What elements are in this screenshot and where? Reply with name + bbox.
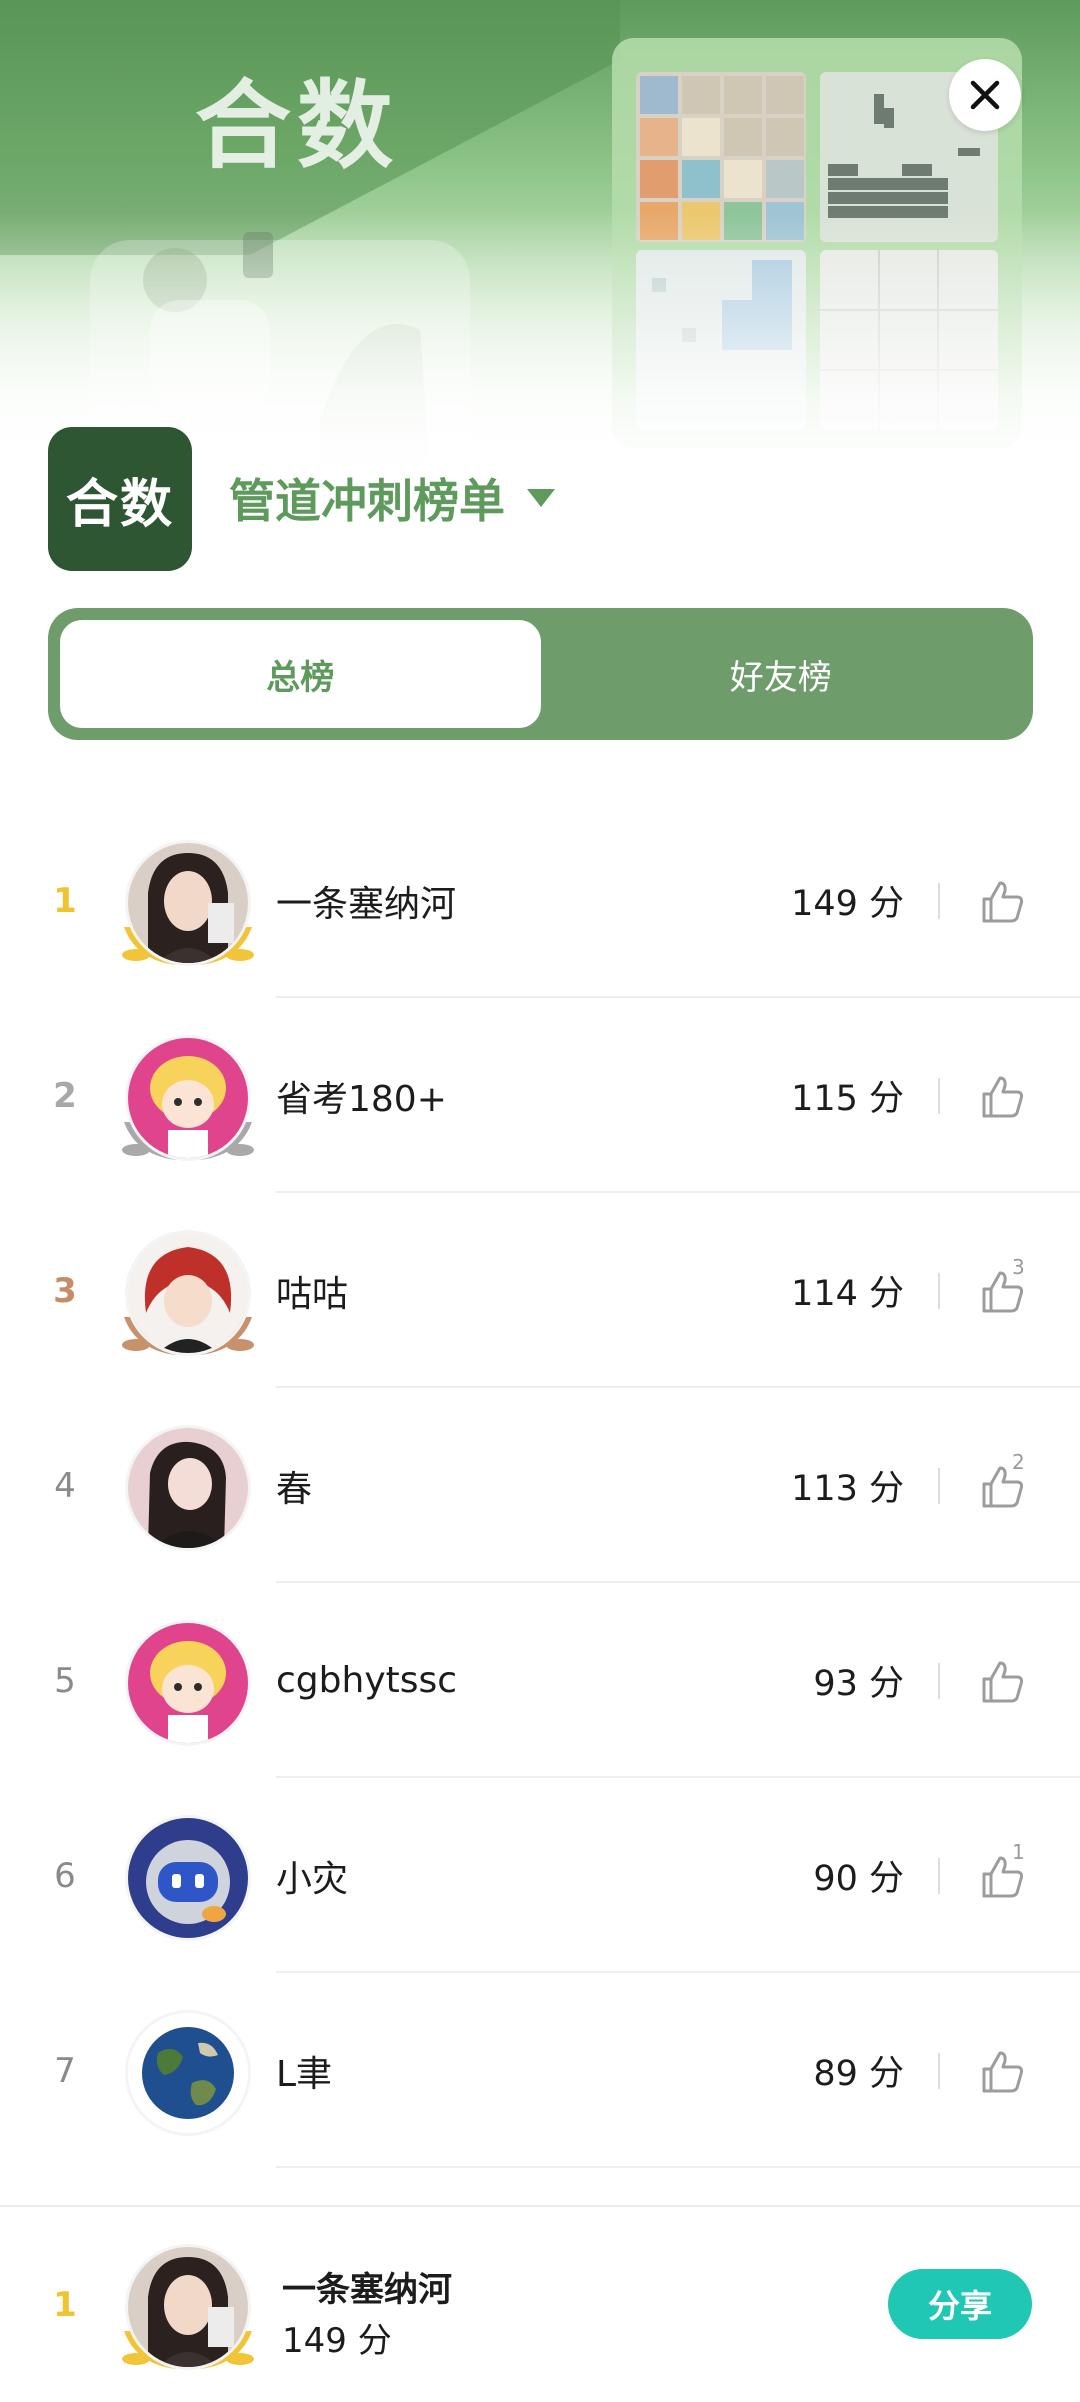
player-score: 113 分 [791, 1469, 904, 1509]
tab-friends[interactable]: 好友榜 [541, 620, 1022, 728]
player-name: 小灾 [276, 1858, 349, 1900]
thumbs-up-icon[interactable] [978, 2047, 1028, 2097]
avatar-photo [128, 2247, 248, 2367]
player-name: L聿 [276, 2053, 333, 2095]
avatar-cartoon [128, 1038, 248, 1158]
player-name: cgbhytssc [276, 1660, 458, 1701]
separator [938, 1273, 940, 1309]
leaderboard-list: 1 一条塞纳河 149 分 2 省考180+ 115 分 3 咕咕 114 分 … [0, 803, 1080, 2168]
rank-number: 2 [53, 1075, 77, 1116]
board-title: 管道冲刺榜单 [229, 474, 505, 528]
board-selector[interactable]: 管道冲刺榜单 [229, 466, 555, 530]
avatar[interactable] [116, 1615, 260, 1759]
separator [938, 883, 940, 919]
separator [938, 1858, 940, 1894]
leaderboard-row[interactable]: 2 省考180+ 115 分 [0, 998, 1080, 1193]
avatar[interactable] [116, 835, 260, 979]
player-score: 114 分 [791, 1274, 904, 1314]
leaderboard-row[interactable]: 3 咕咕 114 分 3 [0, 1193, 1080, 1388]
thumbs-up-icon[interactable] [978, 1072, 1028, 1122]
banner-title: 合数 [195, 70, 399, 182]
leaderboard-row[interactable]: 7 L聿 89 分 [0, 1973, 1080, 2168]
separator [938, 2053, 940, 2089]
player-name: 省考180+ [276, 1078, 447, 1120]
thumbs-up-icon[interactable] [978, 1657, 1028, 1707]
thumbs-up-icon[interactable] [978, 877, 1028, 927]
rank-number: 1 [53, 880, 77, 921]
player-score: 90 分 [813, 1859, 904, 1899]
my-rank-bar: 1 一条塞纳河 149 分 分享 [0, 2205, 1080, 2402]
like-count: 1 [1012, 1840, 1025, 1864]
header-banner: 合数 [0, 0, 1080, 470]
like-count: 2 [1012, 1450, 1025, 1474]
leaderboard-tabs: 总榜 好友榜 [48, 608, 1033, 740]
player-score: 149 分 [791, 884, 904, 924]
leaderboard-row[interactable]: 6 小灾 90 分 1 [0, 1778, 1080, 1973]
avatar[interactable] [116, 1030, 260, 1174]
my-name: 一条塞纳河 [282, 2270, 452, 2310]
avatar-photo [128, 1428, 248, 1548]
avatar[interactable] [116, 1420, 260, 1564]
avatar[interactable] [116, 1225, 260, 1369]
close-button[interactable] [949, 59, 1021, 131]
row-divider [276, 2166, 1080, 2168]
player-score: 89 分 [813, 2054, 904, 2094]
caret-down-icon [527, 489, 555, 507]
tab-overall[interactable]: 总榜 [60, 620, 541, 728]
player-name: 春 [276, 1468, 313, 1510]
avatar-anime [128, 1233, 248, 1353]
rank-number: 5 [54, 1660, 76, 1701]
leaderboard-row[interactable]: 4 春 113 分 2 [0, 1388, 1080, 1583]
my-score: 149 分 [282, 2321, 392, 2361]
my-avatar[interactable] [116, 2239, 260, 2383]
avatar-earth [128, 2013, 248, 2133]
rank-number: 3 [53, 1270, 77, 1311]
avatar-robot [128, 1818, 248, 1938]
leaderboard-row[interactable]: 5 cgbhytssc 93 分 [0, 1583, 1080, 1778]
avatar-cartoon [128, 1623, 248, 1743]
separator [938, 1078, 940, 1114]
rank-number: 4 [54, 1465, 76, 1506]
rank-number: 6 [54, 1855, 76, 1896]
leaderboard-row[interactable]: 1 一条塞纳河 149 分 [0, 803, 1080, 998]
my-rank-number: 1 [53, 2284, 77, 2325]
close-icon [970, 80, 1000, 110]
share-button[interactable]: 分享 [888, 2269, 1032, 2339]
player-name: 一条塞纳河 [276, 883, 457, 925]
avatar[interactable] [116, 1810, 260, 1954]
like-count: 3 [1012, 1255, 1025, 1279]
player-name: 咕咕 [276, 1273, 349, 1315]
rank-number: 7 [54, 2050, 76, 2091]
player-score: 93 分 [813, 1664, 904, 1704]
separator [938, 1663, 940, 1699]
avatar-photo [128, 843, 248, 963]
avatar[interactable] [116, 2005, 260, 2149]
separator [938, 1468, 940, 1504]
player-score: 115 分 [791, 1079, 904, 1119]
app-logo: 合数 [48, 427, 192, 571]
